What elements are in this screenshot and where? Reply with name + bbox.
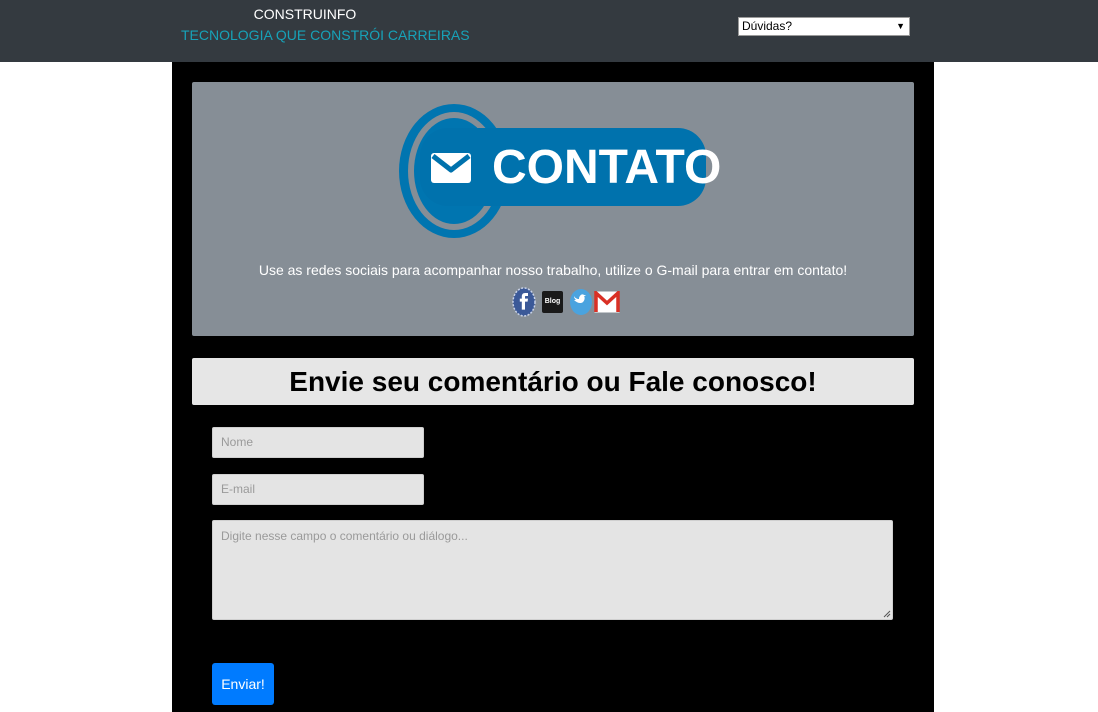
resize-handle-icon[interactable] [883,610,891,618]
twitter-icon[interactable] [569,287,593,317]
top-navbar: CONSTRUINFO TECNOLOGIA QUE CONSTRÓI CARR… [0,0,1098,62]
email-placeholder: E-mail [221,482,256,496]
envelope-icon [431,153,471,183]
form-heading-box: Envie seu comentário ou Fale conosco! [192,358,914,405]
dropdown-arrow-icon: ▼ [896,21,905,31]
main-content: CONTATO Use as redes sociais para acompa… [172,62,934,712]
help-dropdown[interactable]: Dúvidas? ▼ [738,17,910,36]
blog-icon[interactable]: Blog [542,291,563,313]
contact-banner: CONTATO Use as redes sociais para acompa… [192,82,914,336]
logo-text: CONTATO [492,141,722,194]
submit-button[interactable]: Enviar! [212,663,274,705]
email-input[interactable]: E-mail [212,474,424,505]
name-input[interactable]: Nome [212,427,424,458]
facebook-icon[interactable] [512,287,536,317]
hero-description: Use as redes sociais para acompanhar nos… [258,262,848,278]
gmail-icon[interactable] [594,291,620,313]
comment-textarea[interactable]: Digite nesse campo o comentário ou diálo… [212,520,893,620]
name-placeholder: Nome [221,435,254,449]
comment-placeholder: Digite nesse campo o comentário ou diálo… [221,529,468,543]
brand-title[interactable]: CONSTRUINFO [181,6,429,22]
brand-tagline: TECNOLOGIA QUE CONSTRÓI CARREIRAS [181,27,470,43]
help-dropdown-value: Dúvidas? [742,19,793,33]
form-heading: Envie seu comentário ou Fale conosco! [289,366,817,397]
